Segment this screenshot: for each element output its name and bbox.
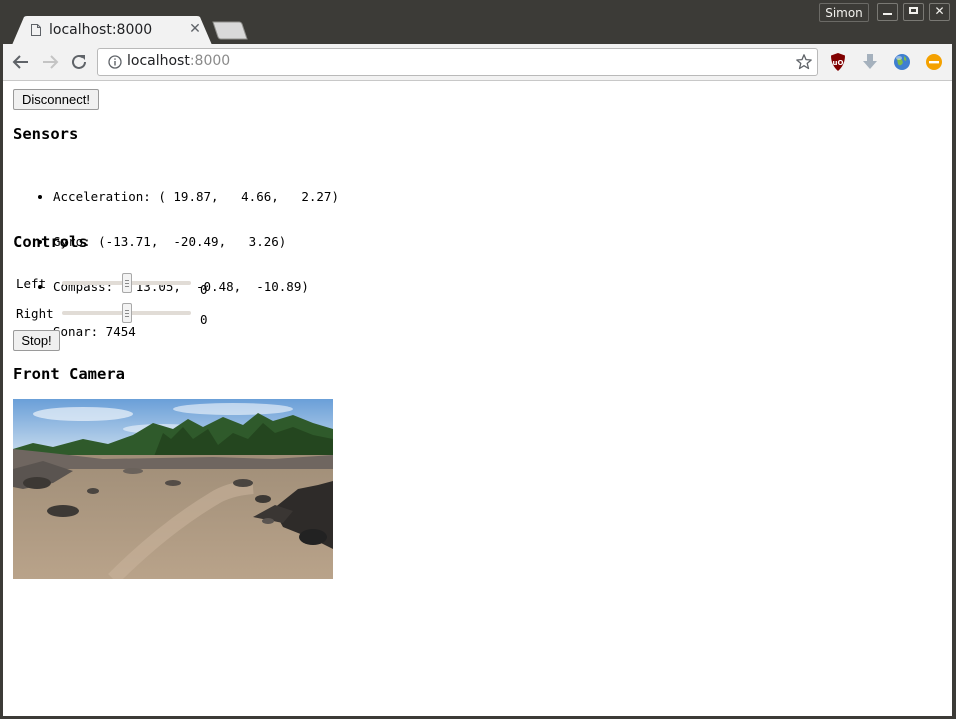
info-icon[interactable] [108,55,122,69]
url-host: localhost [127,53,190,69]
left-slider[interactable] [62,273,191,293]
star-icon[interactable] [795,53,813,71]
controls-heading: Controls [13,233,88,251]
right-slider[interactable] [62,303,191,323]
tab-close-icon[interactable]: ✕ [188,21,202,37]
maximize-icon [909,7,918,14]
tab-title: localhost:8000 [49,22,153,38]
tab-localhost[interactable]: localhost:8000 ✕ [12,16,212,45]
url-text: localhost:8000 [127,53,230,69]
maximize-button[interactable] [903,3,924,21]
close-window-button[interactable]: ✕ [929,3,950,21]
close-icon: ✕ [934,4,945,18]
stop-button[interactable]: Stop! [13,330,60,351]
arrow-left-icon[interactable] [11,52,31,72]
address-bar[interactable]: localhost:8000 [97,48,818,76]
front-camera-image [13,399,333,579]
front-camera-heading: Front Camera [13,365,125,383]
page-content: Disconnect! Sensors Acceleration: ( 19.8… [3,81,952,716]
sensor-list: Acceleration: ( 19.87, 4.66, 2.27) Gyro:… [35,159,339,369]
slider-thumb[interactable] [122,273,132,293]
sensor-gyro: Gyro: (-13.71, -20.49, 3.26) [53,234,339,249]
left-value: 0 [200,282,208,297]
sensors-heading: Sensors [13,125,79,143]
minus-circle-icon[interactable] [924,52,944,72]
svg-text:uO: uO [833,59,844,67]
right-label: Right [16,306,54,321]
globe-icon[interactable] [892,52,912,72]
arrow-right-icon[interactable] [40,52,60,72]
minimize-button[interactable] [877,3,898,21]
sensor-acceleration: Acceleration: ( 19.87, 4.66, 2.27) [53,189,339,204]
browser-toolbar: localhost:8000 uO [3,44,952,81]
new-tab-button[interactable] [212,21,252,41]
profile-button[interactable]: Simon [819,3,869,22]
right-value: 0 [200,312,208,327]
slider-thumb[interactable] [122,303,132,323]
url-port: :8000 [189,53,231,69]
minimize-icon [883,13,892,15]
reload-icon[interactable] [69,52,89,72]
window-frame-right [952,44,956,719]
download-arrow-icon[interactable] [860,52,880,72]
page-icon [31,24,41,36]
disconnect-button[interactable]: Disconnect! [13,89,99,110]
sensor-sonar: Sonar: 7454 [53,324,339,339]
ublock-shield-icon[interactable]: uO [828,52,848,72]
left-label: Left [16,276,47,291]
